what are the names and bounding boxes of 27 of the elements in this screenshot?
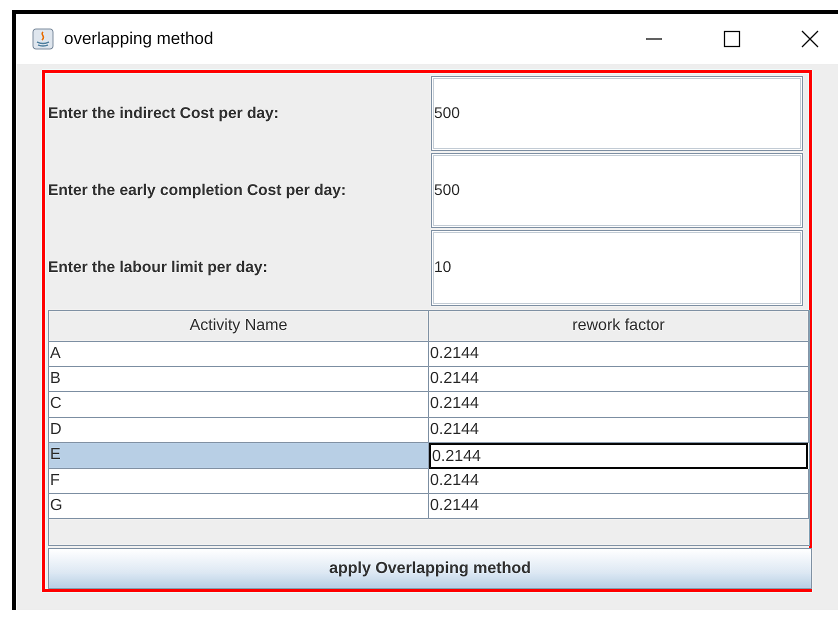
field-label: Enter the indirect Cost per day: — [48, 104, 280, 124]
apply-button[interactable]: apply Overlapping method — [48, 548, 812, 589]
maximize-icon[interactable] — [722, 29, 742, 49]
column-header[interactable]: Activity Name — [49, 310, 429, 342]
window-title: overlapping method — [64, 29, 214, 49]
table-cell[interactable]: 0.2144 — [429, 392, 809, 418]
table-cell[interactable]: F — [49, 468, 429, 494]
table-cell[interactable]: A — [49, 342, 429, 367]
field-label: Enter the labour limit per day: — [48, 258, 269, 278]
column-header[interactable]: rework factor — [429, 310, 809, 342]
table-cell[interactable]: E — [49, 443, 429, 469]
table-cell[interactable]: 0.2144 — [429, 367, 809, 392]
table-cell[interactable]: B — [49, 367, 429, 392]
input-field[interactable]: 500 — [431, 76, 803, 152]
table-cell[interactable]: C — [49, 392, 429, 418]
table-cell[interactable]: 0.2144 — [429, 468, 809, 494]
table-cell[interactable]: 0.2144 — [429, 443, 808, 469]
table-cell[interactable]: 0.2144 — [429, 342, 809, 367]
table-cell[interactable]: 0.2144 — [429, 418, 809, 444]
field-label: Enter the early completion Cost per day: — [48, 180, 348, 201]
close-icon[interactable] — [800, 29, 820, 49]
table-cell[interactable]: 0.2144 — [429, 494, 809, 520]
input-field[interactable]: 500 — [431, 153, 803, 228]
table-cell[interactable]: D — [49, 418, 429, 444]
app-icon — [32, 28, 54, 50]
input-field[interactable]: 10 — [431, 230, 803, 306]
table-cell[interactable]: G — [49, 494, 429, 520]
